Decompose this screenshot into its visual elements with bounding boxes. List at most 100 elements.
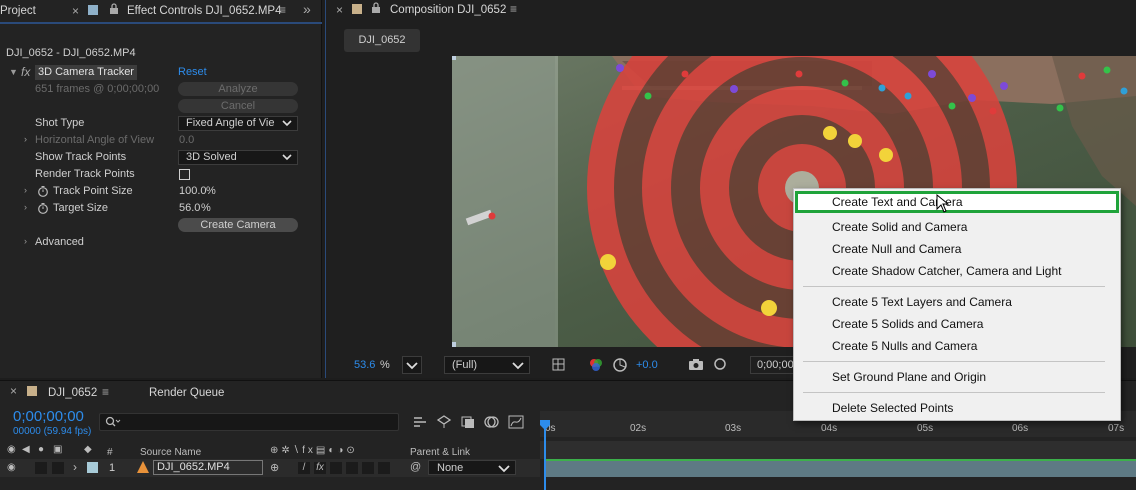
menu-item-create-5-text-layers[interactable]: Create 5 Text Layers and Camera [795,291,1119,313]
menu-item-create-shadow-catcher[interactable]: Create Shadow Catcher, Camera and Light [795,260,1119,282]
solo-icon[interactable]: ● [38,444,44,455]
menu-item-create-5-nulls[interactable]: Create 5 Nulls and Camera [795,335,1119,357]
comp-breadcrumb-chip[interactable]: DJI_0652 [344,29,420,52]
stopwatch-icon[interactable] [37,185,49,200]
frame-corner-handle[interactable] [452,342,456,347]
col-source-name[interactable]: Source Name [140,447,201,458]
menu-item-create-text-and-camera[interactable]: Create Text and Camera [795,191,1119,213]
frame-info: 00000 (59.94 fps) [13,426,92,437]
show-snapshot-icon[interactable] [712,357,728,374]
chevron-down-icon [282,151,292,164]
fx-toggle[interactable]: fx [314,462,326,474]
lock-icon[interactable] [109,3,119,17]
zoom-value[interactable]: 53.6 [354,359,375,371]
timeline-timecode[interactable]: 0;00;00;00 [13,408,84,425]
timecode-field[interactable]: 0;00;00 [750,356,796,374]
playhead[interactable] [544,425,546,490]
frames-row: 651 frames @ 0;00;00;00 Analyze [0,81,322,98]
exposure-value[interactable]: +0.0 [636,359,658,371]
panel-menu-icon[interactable]: ≡ [279,3,286,17]
chevron-down-icon [406,362,418,370]
resolution-value: (Full) [452,359,478,371]
expand-target-size-icon[interactable]: › [24,202,27,212]
percent-label: % [201,202,211,214]
graph-editor-icon[interactable] [508,415,524,432]
show-track-points-dropdown[interactable]: 3D Solved [178,150,298,165]
camera-snapshot-icon[interactable] [688,357,704,374]
timeline-comp-tab[interactable]: DJI_0652 [48,387,97,399]
project-tab[interactable]: Project [0,5,36,17]
analyze-button[interactable]: Analyze [178,82,298,96]
expand-advanced-icon[interactable]: › [24,236,27,246]
target-size-value[interactable]: 56.0 [179,202,200,214]
create-camera-button[interactable]: Create Camera [178,218,298,232]
layer-name[interactable]: DJI_0652.MP4 [153,460,263,475]
quality-toggle[interactable]: / [298,462,310,474]
hfov-value[interactable]: 0.0 [179,134,194,146]
reset-link[interactable]: Reset [178,66,207,78]
grid-guide-icon[interactable] [550,356,568,377]
adjustment-toggle[interactable] [362,462,374,474]
motion-blur-icon[interactable] [484,415,500,432]
track-point-size-value[interactable]: 100.0 [179,185,207,197]
show-track-points-value: 3D Solved [186,151,237,163]
menu-item-create-solid-and-camera[interactable]: Create Solid and Camera [795,216,1119,238]
shot-type-dropdown[interactable]: Fixed Angle of Vie [178,116,298,131]
advanced-row[interactable]: › Advanced [0,234,322,251]
panel-menu-icon[interactable]: ≡ [102,385,109,399]
expand-effect-icon[interactable]: ▼ [9,67,18,77]
eye-icon[interactable]: ◉ [7,444,16,455]
close-icon[interactable]: × [10,384,17,398]
render-queue-tab[interactable]: Render Queue [149,387,224,399]
layer-duration-bar[interactable] [545,459,1136,477]
audio-icon[interactable]: ◀ [22,444,30,455]
work-area-bar[interactable] [540,441,1136,459]
layer-label-swatch[interactable] [87,462,98,473]
label-icon[interactable]: ◆ [84,444,92,455]
solo-toggle[interactable] [35,462,47,474]
stopwatch-icon[interactable] [37,202,49,217]
reset-exposure-icon[interactable] [612,357,628,376]
effect-header-row: ▼ fx 3D Camera Tracker Reset [0,64,322,81]
layer-row[interactable]: ◉ › 1 DJI_0652.MP4 ⊕ / fx @ None [0,459,540,477]
eye-icon[interactable]: ◉ [7,462,16,473]
playhead-handle-icon[interactable] [539,419,551,434]
menu-item-delete-selected-points[interactable]: Delete Selected Points [795,397,1119,419]
fx-icon[interactable]: fx [21,65,30,79]
comp-mini-flowchart-icon[interactable] [412,415,428,432]
panel-menu-icon[interactable]: ≡ [510,2,517,16]
close-icon[interactable]: × [336,3,343,17]
cancel-button[interactable]: Cancel [178,99,298,113]
expand-layer-icon[interactable]: › [73,460,77,474]
3d-layer-toggle[interactable] [378,462,390,474]
frame-corner-handle[interactable] [452,56,456,60]
menu-separator [803,392,1105,393]
menu-item-create-null-and-camera[interactable]: Create Null and Camera [795,238,1119,260]
shy-icon[interactable]: ⊕ [270,461,279,474]
menu-item-set-ground-plane[interactable]: Set Ground Plane and Origin [795,366,1119,388]
lock-icon[interactable]: ▣ [53,444,62,455]
lock-toggle[interactable] [52,462,64,474]
effect-name[interactable]: 3D Camera Tracker [35,65,137,80]
composition-tab[interactable]: Composition DJI_0652 [390,4,506,16]
expand-hfov-icon[interactable]: › [24,134,27,144]
panel-overflow-icon[interactable]: » [303,1,311,17]
parent-dropdown[interactable]: None [428,460,516,475]
pickwhip-icon[interactable]: @ [410,461,421,473]
timeline-search-input[interactable] [99,413,399,431]
expand-track-point-size-icon[interactable]: › [24,185,27,195]
zoom-dropdown[interactable] [402,356,422,374]
motion-blur-toggle[interactable] [346,462,358,474]
render-track-points-checkbox[interactable] [179,169,190,180]
resolution-dropdown[interactable]: (Full) [444,356,530,374]
menu-item-create-5-solids[interactable]: Create 5 Solids and Camera [795,313,1119,335]
frame-blending-icon[interactable] [460,415,476,432]
effect-controls-tab[interactable]: Effect Controls DJI_0652.MP4 [127,5,281,17]
footage-icon [136,460,150,477]
lock-icon[interactable] [371,2,381,16]
channel-icon[interactable] [588,357,604,376]
draft-3d-icon[interactable] [436,415,452,432]
cancel-row: Cancel [0,98,322,115]
frame-blend-toggle[interactable] [330,462,342,474]
close-icon[interactable]: × [72,4,79,18]
